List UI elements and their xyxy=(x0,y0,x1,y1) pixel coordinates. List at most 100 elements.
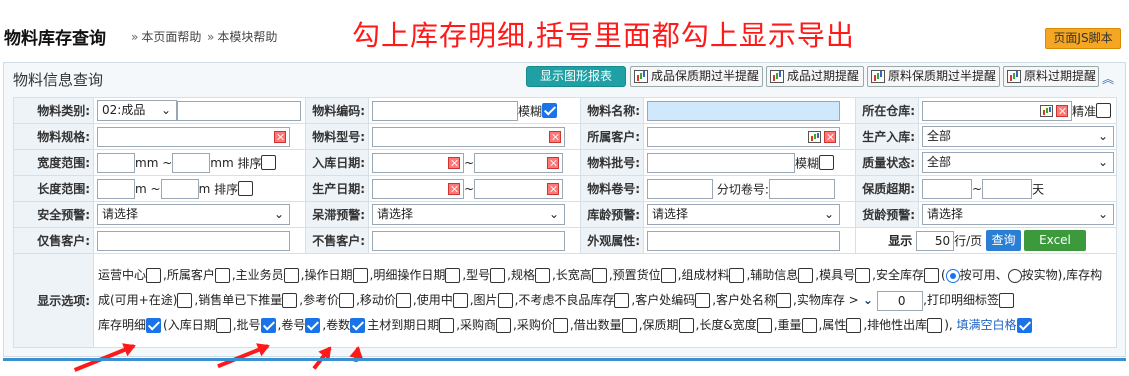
graph-report-button[interactable]: 显示图形报表 xyxy=(526,66,626,87)
option-checkbox[interactable] xyxy=(177,293,193,308)
material-spec-input[interactable] xyxy=(97,126,290,147)
length-sort-checkbox[interactable] xyxy=(238,181,254,196)
option-checkbox[interactable] xyxy=(214,268,230,283)
option-checkbox[interactable] xyxy=(756,318,772,333)
option-checkbox[interactable] xyxy=(534,268,550,283)
batch-no-input[interactable] xyxy=(647,152,795,173)
stagnant-alert-select[interactable]: 请选择 ⌄ xyxy=(372,204,565,225)
inbound-date-to[interactable] xyxy=(474,152,564,173)
physical-stock-input[interactable]: 0 xyxy=(877,290,924,311)
clear-icon[interactable] xyxy=(274,130,286,143)
rows-per-page-input[interactable]: 50 xyxy=(916,230,955,251)
production-date-to[interactable] xyxy=(474,178,564,199)
quality-status-select[interactable]: 全部 ⌄ xyxy=(922,152,1114,173)
material-name-input[interactable] xyxy=(647,100,840,121)
option-checkbox[interactable] xyxy=(445,268,461,283)
fill-blank-checkbox[interactable] xyxy=(1016,318,1032,333)
print-label-checkbox[interactable] xyxy=(998,293,1014,308)
customer-input[interactable] xyxy=(647,126,840,147)
option-checkbox[interactable] xyxy=(923,268,939,283)
option-checkbox[interactable] xyxy=(695,293,711,308)
production-date-from[interactable] xyxy=(372,178,464,199)
length-from-input[interactable] xyxy=(97,178,135,199)
option-checkbox[interactable] xyxy=(496,318,512,333)
option-checkbox[interactable] xyxy=(452,293,468,308)
age-alert-select[interactable]: 请选择 ⌄ xyxy=(647,204,840,225)
search-button[interactable]: 查询 xyxy=(986,230,1021,251)
alert-button-product-half[interactable]: 成品保质期过半提醒 xyxy=(630,66,763,87)
material-type-input[interactable] xyxy=(177,100,301,121)
width-sort-checkbox[interactable] xyxy=(261,155,277,170)
option-checkbox[interactable] xyxy=(798,268,814,283)
option-checkbox[interactable] xyxy=(282,293,298,308)
clear-icon[interactable] xyxy=(547,156,560,169)
option-checkbox[interactable] xyxy=(614,293,630,308)
option-checkbox[interactable] xyxy=(776,293,792,308)
picker-icon[interactable] xyxy=(1040,104,1053,117)
stock-mode-available-radio[interactable] xyxy=(945,268,960,283)
clear-icon[interactable] xyxy=(824,130,836,143)
option-checkbox[interactable] xyxy=(621,318,637,333)
material-model-input[interactable] xyxy=(372,126,565,147)
option-checkbox[interactable] xyxy=(439,318,455,333)
option-label: (入库日期 xyxy=(163,318,216,332)
clear-icon[interactable] xyxy=(1056,104,1068,117)
option-checkbox[interactable] xyxy=(146,318,162,333)
width-to-input[interactable] xyxy=(172,152,211,173)
alert-button-raw-expired[interactable]: 原料过期提醒 xyxy=(1003,66,1099,87)
inbound-date-from[interactable] xyxy=(372,152,464,173)
shelf-expire-from[interactable] xyxy=(922,178,972,199)
option-checkbox[interactable] xyxy=(497,293,513,308)
alert-button-product-expired[interactable]: 成品过期提醒 xyxy=(766,66,864,87)
module-help-link[interactable]: » 本模块帮助 xyxy=(207,28,277,45)
option-checkbox[interactable] xyxy=(395,293,411,308)
warehouse-input[interactable] xyxy=(922,100,1072,121)
page-help-link[interactable]: » 本页面帮助 xyxy=(131,28,201,45)
material-type-select[interactable]: 02:成品 ⌄ xyxy=(97,100,177,121)
option-checkbox[interactable] xyxy=(352,268,368,283)
clear-icon[interactable] xyxy=(448,182,460,195)
split-roll-input[interactable] xyxy=(768,178,835,199)
excel-export-button[interactable]: Excel xyxy=(1024,230,1086,251)
option-checkbox[interactable] xyxy=(260,318,276,333)
option-checkbox[interactable] xyxy=(591,268,607,283)
inbound-prod-select[interactable]: 全部 ⌄ xyxy=(922,126,1114,147)
option-checkbox[interactable] xyxy=(801,318,817,333)
option-checkbox[interactable] xyxy=(490,268,506,283)
option-checkbox[interactable] xyxy=(660,268,676,283)
not-customer-input[interactable] xyxy=(372,230,565,251)
appearance-input[interactable] xyxy=(647,230,840,251)
clear-icon[interactable] xyxy=(549,130,561,143)
goods-age-alert-select[interactable]: 请选择 ⌄ xyxy=(922,204,1114,225)
clear-icon[interactable] xyxy=(547,182,560,195)
material-code-input[interactable] xyxy=(372,100,518,121)
only-customer-input[interactable] xyxy=(97,230,290,251)
chevron-down-icon[interactable]: ⌄ xyxy=(859,293,877,307)
option-checkbox[interactable] xyxy=(927,318,943,333)
option-checkbox[interactable] xyxy=(729,268,745,283)
option-checkbox[interactable] xyxy=(552,318,568,333)
option-checkbox[interactable] xyxy=(350,318,366,333)
js-script-button[interactable]: 页面JS脚本 xyxy=(1045,28,1121,49)
alert-button-raw-half[interactable]: 原料保质期过半提醒 xyxy=(867,66,1000,87)
fuzzy-batch-checkbox[interactable] xyxy=(819,155,835,170)
exact-checkbox[interactable] xyxy=(1096,103,1112,118)
fuzzy-code-checkbox[interactable] xyxy=(542,103,558,118)
safety-alert-select[interactable]: 请选择 ⌄ xyxy=(97,204,290,225)
option-checkbox[interactable] xyxy=(146,268,162,283)
option-checkbox[interactable] xyxy=(846,318,862,333)
option-checkbox[interactable] xyxy=(215,318,231,333)
option-checkbox[interactable] xyxy=(305,318,321,333)
roll-no-input[interactable] xyxy=(647,178,713,199)
option-checkbox[interactable] xyxy=(855,268,871,283)
option-checkbox[interactable] xyxy=(339,293,355,308)
picker-icon[interactable] xyxy=(808,130,821,143)
clear-icon[interactable] xyxy=(448,156,460,169)
length-to-input[interactable] xyxy=(160,178,199,199)
collapse-up-icon[interactable]: ︽ xyxy=(1102,70,1114,87)
option-checkbox[interactable] xyxy=(678,318,694,333)
shelf-expire-to[interactable] xyxy=(982,178,1033,199)
width-from-input[interactable] xyxy=(97,152,135,173)
option-checkbox[interactable] xyxy=(283,268,299,283)
stock-mode-physical-radio[interactable] xyxy=(1007,268,1022,283)
